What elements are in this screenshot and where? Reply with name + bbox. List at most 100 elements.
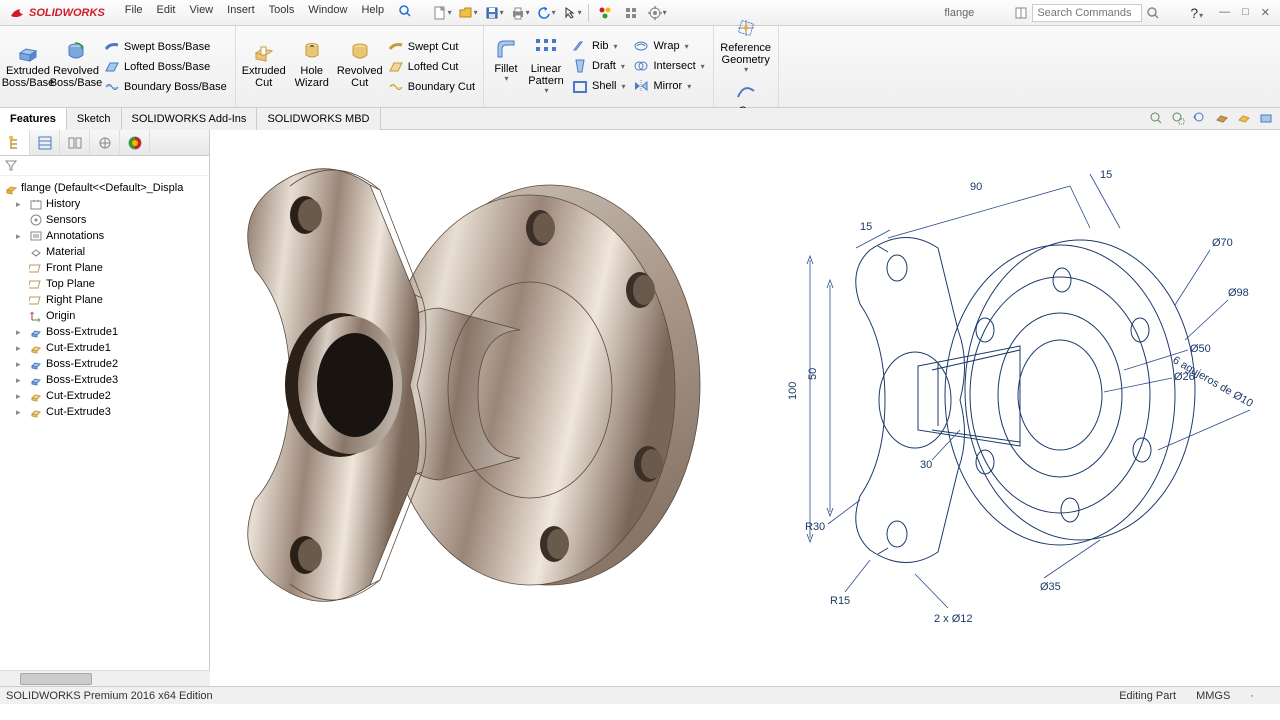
swept-cut-button[interactable]: Swept Cut — [384, 37, 479, 57]
search-icon[interactable] — [1146, 6, 1160, 20]
draft-button[interactable]: Draft — [568, 56, 629, 76]
extruded-boss-button[interactable]: Extruded Boss/Base — [4, 37, 52, 97]
extruded-cut-button[interactable]: Extruded Cut — [240, 37, 288, 97]
document-name: flange — [944, 7, 974, 19]
panel-scrollbar[interactable] — [0, 670, 210, 686]
tree-item-front-plane[interactable]: Front Plane — [2, 260, 207, 276]
options-button[interactable] — [621, 3, 641, 23]
main-menu: File Edit View Insert Tools Window Help — [119, 1, 418, 24]
fm-tab-display[interactable] — [120, 130, 150, 155]
tree-item-cut-extrude1[interactable]: ▸Cut-Extrude1 — [2, 340, 207, 356]
save-button[interactable] — [484, 3, 504, 23]
shell-button[interactable]: Shell — [568, 76, 629, 96]
mirror-button[interactable]: Mirror — [629, 76, 708, 96]
minimize-button[interactable]: — — [1219, 6, 1230, 19]
reference-geometry-button[interactable]: Reference Geometry — [718, 14, 774, 77]
tree-root[interactable]: flange (Default<<Default>_Displa — [2, 180, 207, 196]
status-mode: Editing Part — [1119, 690, 1176, 702]
cut-icon — [29, 389, 43, 403]
lofted-boss-button[interactable]: Lofted Boss/Base — [100, 57, 231, 77]
hide-show-button[interactable] — [1256, 109, 1276, 127]
tree-item-annotations[interactable]: ▸Annotations — [2, 228, 207, 244]
linear-pattern-button[interactable]: Linear Pattern — [524, 35, 568, 98]
open-doc-button[interactable] — [458, 3, 478, 23]
revolved-boss-icon — [64, 39, 88, 63]
tab-sketch[interactable]: Sketch — [67, 108, 122, 130]
tree-item-material-not-specified-[interactable]: Material — [2, 244, 207, 260]
hole-wizard-button[interactable]: Hole Wizard — [288, 37, 336, 97]
tree-item-origin[interactable]: Origin — [2, 308, 207, 324]
section-view-button[interactable] — [1212, 109, 1232, 127]
plane-icon — [29, 261, 43, 275]
new-doc-button[interactable] — [432, 3, 452, 23]
print-button[interactable] — [510, 3, 530, 23]
graphics-viewport[interactable]: 90 15 15 50 100 30 R30 R15 Ø70 Ø98 Ø50 Ø… — [210, 130, 1280, 686]
tab-addins[interactable]: SOLIDWORKS Add-Ins — [122, 108, 258, 130]
zoom-fit-button[interactable] — [1146, 109, 1166, 127]
menu-edit[interactable]: Edit — [151, 1, 182, 24]
fm-filter[interactable] — [0, 156, 209, 176]
search-input[interactable] — [1032, 4, 1142, 22]
workspace: flange (Default<<Default>_Displa ▸Histor… — [0, 130, 1280, 686]
mirror-icon — [633, 78, 649, 94]
menu-insert[interactable]: Insert — [221, 1, 261, 24]
display-style-button[interactable] — [1234, 109, 1254, 127]
menu-search-icon[interactable] — [392, 1, 418, 24]
tree-item-top-plane[interactable]: Top Plane — [2, 276, 207, 292]
svg-text:2 x Ø12: 2 x Ø12 — [934, 613, 973, 625]
rebuild-button[interactable] — [595, 3, 615, 23]
status-edition: SOLIDWORKS Premium 2016 x64 Edition — [6, 690, 213, 702]
svg-text:Ø98: Ø98 — [1228, 287, 1249, 299]
fm-tab-dimxpert[interactable] — [90, 130, 120, 155]
zoom-area-button[interactable] — [1168, 109, 1188, 127]
tree-item-cut-extrude3[interactable]: ▸Cut-Extrude3 — [2, 404, 207, 420]
fillet-button[interactable]: Fillet — [488, 35, 524, 98]
solidworks-logo-icon — [8, 4, 26, 22]
boss-icon — [29, 357, 43, 371]
tree-item-boss-extrude2[interactable]: ▸Boss-Extrude2 — [2, 356, 207, 372]
tree-item-right-plane[interactable]: Right Plane — [2, 292, 207, 308]
rib-button[interactable]: Rib — [568, 36, 629, 56]
tree-item-boss-extrude3[interactable]: ▸Boss-Extrude3 — [2, 372, 207, 388]
menu-file[interactable]: File — [119, 1, 149, 24]
display-manager-icon — [127, 135, 143, 151]
settings-button[interactable] — [647, 3, 667, 23]
undo-button[interactable] — [536, 3, 556, 23]
swept-boss-button[interactable]: Swept Boss/Base — [100, 37, 231, 57]
search-commands — [1014, 4, 1160, 22]
tab-features[interactable]: Features — [0, 108, 67, 130]
sensor-icon — [29, 213, 43, 227]
fm-tab-tree[interactable] — [0, 130, 30, 155]
hole-wizard-icon — [300, 39, 324, 63]
prev-view-button[interactable] — [1190, 109, 1210, 127]
revolved-cut-button[interactable]: Revolved Cut — [336, 37, 384, 97]
menu-help[interactable]: Help — [355, 1, 390, 24]
tab-mbd[interactable]: SOLIDWORKS MBD — [257, 108, 380, 130]
intersect-button[interactable]: Intersect — [629, 56, 708, 76]
svg-text:100: 100 — [787, 382, 799, 400]
tree-item-history[interactable]: ▸History — [2, 196, 207, 212]
menu-tools[interactable]: Tools — [263, 1, 301, 24]
boss-icon — [29, 325, 43, 339]
revolved-boss-button[interactable]: Revolved Boss/Base — [52, 37, 100, 97]
select-button[interactable] — [562, 3, 582, 23]
tree-item-sensors[interactable]: Sensors — [2, 212, 207, 228]
tree-item-boss-extrude1[interactable]: ▸Boss-Extrude1 — [2, 324, 207, 340]
ribbon: Extruded Boss/Base Revolved Boss/Base Sw… — [0, 26, 1280, 108]
menu-window[interactable]: Window — [302, 1, 353, 24]
boundary-cut-button[interactable]: Boundary Cut — [384, 77, 479, 97]
close-button[interactable]: ✕ — [1261, 6, 1270, 19]
fm-tab-property[interactable] — [30, 130, 60, 155]
plane-icon — [29, 293, 43, 307]
svg-text:Ø70: Ø70 — [1212, 237, 1233, 249]
wrap-button[interactable]: Wrap — [629, 36, 708, 56]
menu-view[interactable]: View — [183, 1, 219, 24]
boundary-boss-button[interactable]: Boundary Boss/Base — [100, 77, 231, 97]
lofted-cut-button[interactable]: Lofted Cut — [384, 57, 479, 77]
maximize-button[interactable]: □ — [1242, 6, 1249, 19]
help-dropdown[interactable]: ? — [1190, 5, 1203, 21]
tree-item-cut-extrude2[interactable]: ▸Cut-Extrude2 — [2, 388, 207, 404]
fm-tab-config[interactable] — [60, 130, 90, 155]
filter-icon — [4, 158, 18, 172]
status-units[interactable]: MMGS — [1196, 690, 1230, 702]
